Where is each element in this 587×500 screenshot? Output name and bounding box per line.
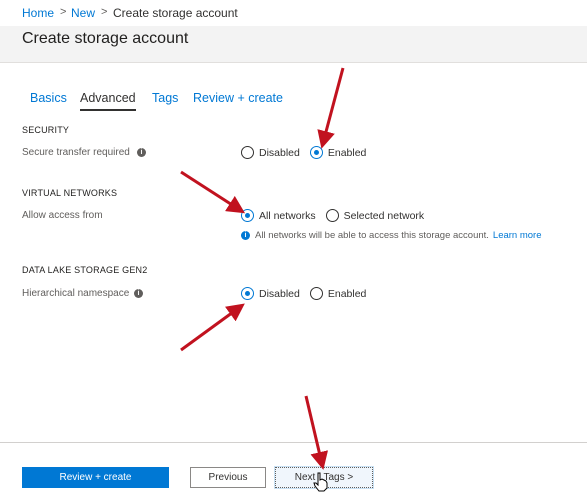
radio-circle[interactable] — [309, 146, 323, 159]
tab-tags[interactable]: Tags — [152, 91, 178, 109]
page-title: Create storage account — [22, 30, 189, 47]
hierarchical-namespace-label: Hierarchical namespace — [22, 288, 130, 299]
radio-circle[interactable] — [241, 146, 254, 159]
hand-pointer-icon — [313, 472, 328, 492]
info-icon[interactable]: i — [137, 148, 146, 157]
secure-transfer-label: Secure transfer required — [22, 147, 130, 158]
annotation-arrows — [180, 67, 345, 470]
tab-review-create[interactable]: Review + create — [193, 91, 283, 109]
info-icon: i — [241, 231, 250, 240]
breadcrumb: Home > New > Create storage account — [0, 0, 587, 26]
footer-divider — [0, 442, 587, 443]
previous-button[interactable]: Previous — [190, 467, 266, 488]
radio-label: Disabled — [259, 146, 300, 159]
all-networks-note: i All networks will be able to access th… — [241, 230, 542, 241]
arrow-annotation — [180, 303, 245, 352]
section-header-virtual-networks: VIRTUAL NETWORKS — [22, 188, 118, 198]
header-divider — [0, 62, 587, 63]
radio-circle[interactable] — [325, 209, 339, 222]
tab-basics[interactable]: Basics — [30, 91, 67, 109]
allow-access-label: Allow access from — [22, 210, 103, 221]
section-header-security: SECURITY — [22, 125, 70, 135]
info-icon[interactable]: i — [134, 289, 143, 298]
allow-access-radio-group: All networks Selected network — [241, 209, 434, 222]
review-create-button[interactable]: Review + create — [22, 467, 169, 488]
radio-circle[interactable] — [241, 209, 254, 222]
hns-disabled-radio[interactable]: Disabled — [241, 287, 300, 300]
radio-label: Enabled — [327, 287, 367, 300]
note-text: All networks will be able to access this… — [255, 230, 489, 241]
chevron-right-icon: > — [60, 6, 67, 18]
secure-transfer-radio-group: Disabled Enabled — [241, 146, 376, 159]
chevron-right-icon: > — [101, 6, 108, 18]
arrow-annotation — [317, 67, 345, 149]
hierarchical-namespace-radio-group: Disabled Enabled — [241, 287, 376, 300]
breadcrumb-home-link[interactable]: Home — [22, 6, 54, 20]
section-header-data-lake: DATA LAKE STORAGE GEN2 — [22, 265, 148, 275]
radio-label: Selected network — [343, 209, 425, 222]
arrow-annotation — [180, 170, 246, 214]
radio-circle[interactable] — [241, 287, 254, 300]
learn-more-link[interactable]: Learn more — [493, 230, 542, 241]
arrow-annotation — [304, 395, 329, 470]
all-networks-radio[interactable]: All networks — [241, 209, 316, 222]
secure-transfer-enabled-radio[interactable]: Enabled — [309, 146, 367, 159]
radio-label: All networks — [259, 209, 316, 222]
tab-advanced[interactable]: Advanced — [80, 91, 136, 111]
selected-network-radio[interactable]: Selected network — [325, 209, 425, 222]
radio-circle[interactable] — [309, 287, 323, 300]
breadcrumb-current: Create storage account — [113, 6, 238, 20]
breadcrumb-new-link[interactable]: New — [71, 6, 95, 20]
secure-transfer-disabled-radio[interactable]: Disabled — [241, 146, 300, 159]
radio-label: Enabled — [327, 146, 367, 159]
radio-label: Disabled — [259, 287, 300, 300]
hns-enabled-radio[interactable]: Enabled — [309, 287, 367, 300]
